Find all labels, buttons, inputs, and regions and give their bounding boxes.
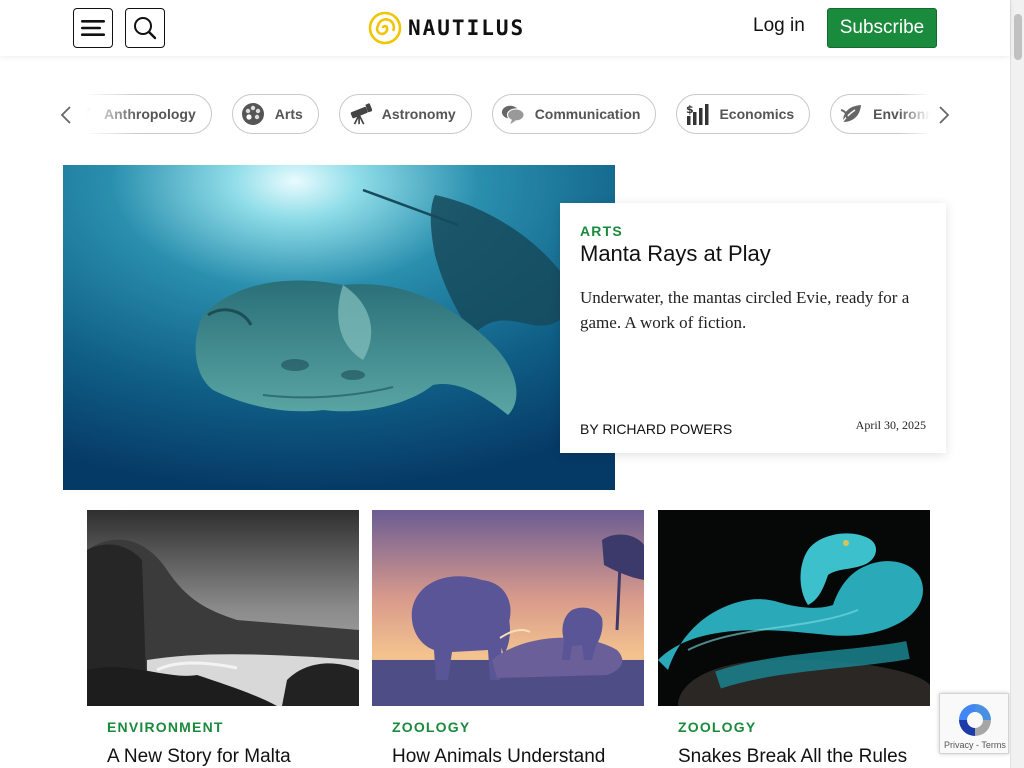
article-card[interactable]: ZOOLOGY Snakes Break All the Rules <box>658 510 930 768</box>
chip-fade-right <box>898 94 938 136</box>
login-link[interactable]: Log in <box>753 15 805 37</box>
hamburger-menu-icon <box>81 20 105 36</box>
logo-wordmark: NAUTILUS <box>408 16 526 40</box>
chevron-left-icon <box>60 106 71 124</box>
hero-image-manta-rays[interactable] <box>63 165 615 490</box>
menu-button[interactable] <box>73 8 113 48</box>
carousel-prev-button[interactable] <box>58 103 74 127</box>
article-category[interactable]: ZOOLOGY <box>678 719 756 735</box>
scrollbar-thumb[interactable] <box>1014 14 1022 60</box>
article-image-elephants[interactable] <box>372 510 644 706</box>
search-icon <box>134 17 157 40</box>
article-image-blue-viper[interactable] <box>658 510 930 706</box>
category-chip-track: Anthropology Arts Astronomy Communicatio… <box>80 94 938 134</box>
article-category[interactable]: ENVIRONMENT <box>107 719 224 735</box>
page: NAUTILUS Log in Subscribe Anthropology A… <box>0 0 1024 768</box>
featured-article-card[interactable]: ARTS Manta Rays at Play Underwater, the … <box>560 203 946 453</box>
category-chip-communication[interactable]: Communication <box>491 94 657 134</box>
recaptcha-privacy-terms[interactable]: Privacy - Terms <box>944 740 1006 750</box>
carousel-next-button[interactable] <box>936 103 952 127</box>
article-title[interactable]: How Animals Understand <box>392 746 605 768</box>
chevron-right-icon <box>939 106 950 124</box>
page-scrollbar[interactable] <box>1010 0 1024 768</box>
category-chip-label: Economics <box>719 106 795 122</box>
subscribe-button[interactable]: Subscribe <box>827 8 937 48</box>
category-chip-economics[interactable]: $ Economics <box>676 94 811 134</box>
recaptcha-logo-icon <box>959 704 991 736</box>
category-chip-arts[interactable]: Arts <box>231 94 319 134</box>
dollar-chart-icon: $ <box>685 102 709 126</box>
article-date: April 30, 2025 <box>855 418 926 432</box>
svg-text:$: $ <box>686 103 694 116</box>
article-byline[interactable]: BY RICHARD POWERS <box>580 421 732 437</box>
article-dek: Underwater, the mantas circled Evie, rea… <box>580 288 910 332</box>
category-chip-label: Communication <box>534 106 641 122</box>
category-chip-label: Arts <box>274 106 303 122</box>
site-logo[interactable]: NAUTILUS <box>368 11 525 45</box>
article-card[interactable]: ZOOLOGY How Animals Understand <box>372 510 644 768</box>
recaptcha-badge[interactable]: Privacy - Terms <box>939 693 1009 754</box>
category-chip-viewport: Anthropology Arts Astronomy Communicatio… <box>80 94 938 136</box>
article-card[interactable]: ENVIRONMENT A New Story for Malta <box>87 510 359 768</box>
category-chip-astronomy[interactable]: Astronomy <box>338 94 472 134</box>
speech-bubbles-icon <box>501 102 525 126</box>
palette-icon <box>241 102 265 126</box>
article-category[interactable]: ZOOLOGY <box>392 719 470 735</box>
leaf-icon <box>839 102 863 126</box>
article-title[interactable]: Manta Rays at Play <box>580 241 926 267</box>
article-title[interactable]: A New Story for Malta <box>107 746 291 768</box>
site-header: NAUTILUS Log in Subscribe <box>0 0 1010 56</box>
category-chip-label: Astronomy <box>381 106 456 122</box>
chip-fade-left <box>80 94 140 136</box>
article-category[interactable]: ARTS <box>580 223 926 239</box>
search-button[interactable] <box>125 8 165 48</box>
article-image-malta-coast[interactable] <box>87 510 359 706</box>
nautilus-spiral-icon <box>368 11 402 45</box>
telescope-icon <box>348 102 372 126</box>
article-title[interactable]: Snakes Break All the Rules <box>678 746 907 768</box>
category-carousel: Anthropology Arts Astronomy Communicatio… <box>60 94 952 136</box>
